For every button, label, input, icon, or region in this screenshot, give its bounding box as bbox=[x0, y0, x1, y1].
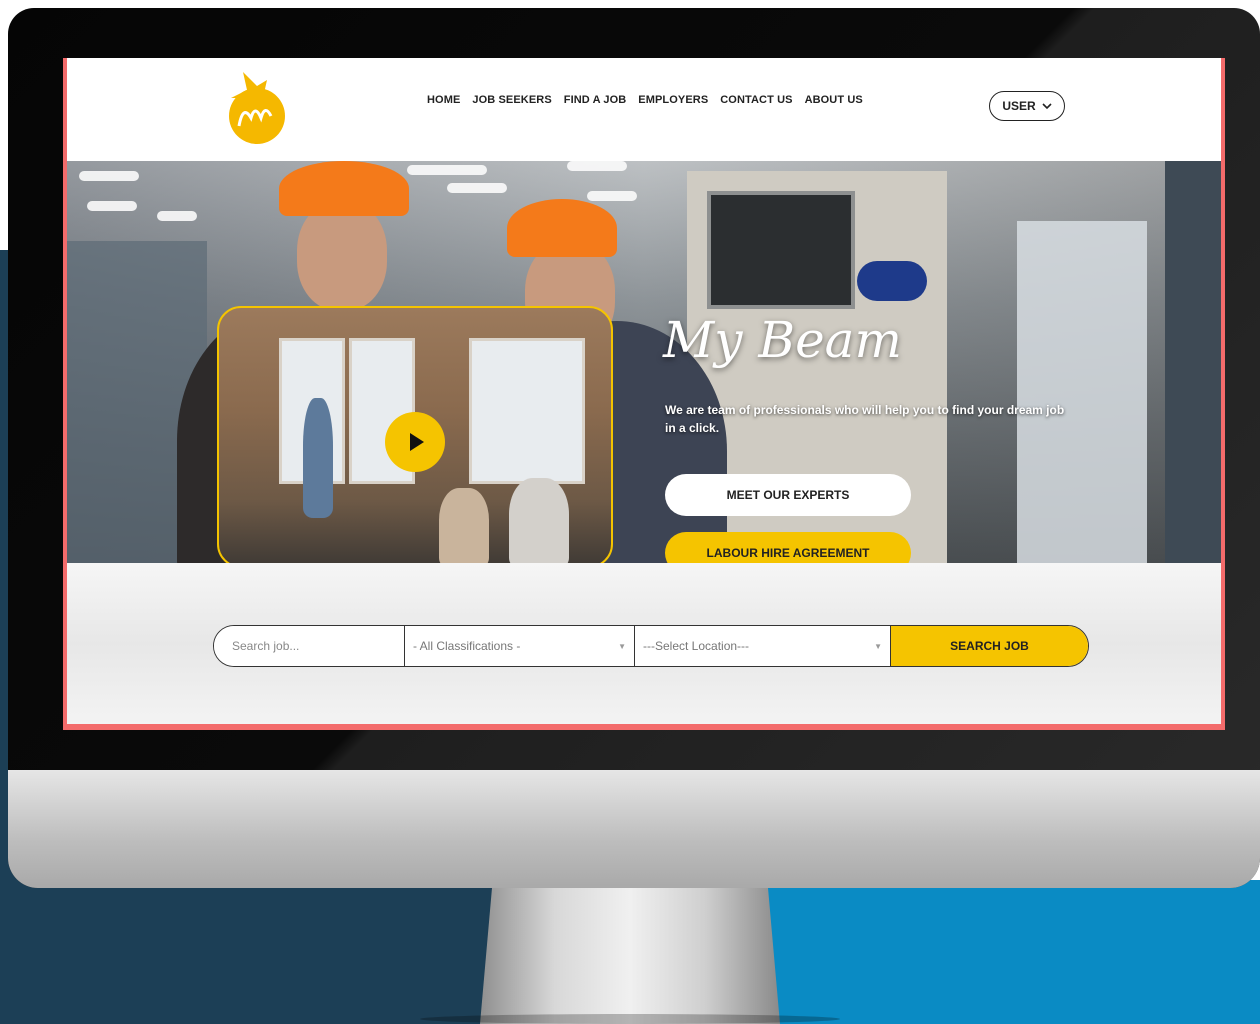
nav-about-us[interactable]: ABOUT US bbox=[805, 94, 863, 106]
nav-employers[interactable]: EMPLOYERS bbox=[638, 94, 708, 106]
classification-select[interactable]: - All Classifications - ▼ bbox=[405, 626, 635, 666]
ceiling-light bbox=[87, 201, 137, 211]
audience-member bbox=[509, 478, 569, 563]
user-menu-label: USER bbox=[1002, 99, 1036, 113]
ceiling-light bbox=[79, 171, 139, 181]
play-icon bbox=[410, 433, 424, 451]
mybeam-logo-icon[interactable] bbox=[217, 68, 289, 146]
nav-job-seekers[interactable]: JOB SEEKERS bbox=[472, 94, 551, 106]
play-button[interactable] bbox=[385, 412, 445, 472]
stand-shadow bbox=[420, 1014, 840, 1024]
location-value: ---Select Location--- bbox=[643, 639, 750, 653]
hard-hat bbox=[507, 199, 617, 257]
brand-title: My Beam bbox=[663, 311, 902, 369]
ceiling-light bbox=[587, 191, 637, 201]
monitor-stand bbox=[480, 888, 780, 1024]
monitor-chin bbox=[8, 770, 1260, 888]
search-job-input[interactable] bbox=[214, 626, 405, 666]
presenter bbox=[303, 398, 333, 518]
meet-our-experts-button[interactable]: MEET OUR EXPERTS bbox=[665, 474, 911, 516]
main-nav: HOME JOB SEEKERS FIND A JOB EMPLOYERS CO… bbox=[427, 94, 863, 106]
job-search-bar: - All Classifications - ▼ ---Select Loca… bbox=[213, 625, 1089, 667]
labour-hire-agreement-button[interactable]: LABOUR HIRE AGREEMENT bbox=[665, 532, 911, 563]
hero-section: My Beam We are team of professionals who… bbox=[67, 161, 1221, 563]
machine-dark bbox=[1165, 161, 1221, 563]
machine-signs bbox=[857, 261, 927, 301]
location-select[interactable]: ---Select Location--- ▼ bbox=[635, 626, 891, 666]
user-menu-button[interactable]: USER bbox=[989, 91, 1065, 121]
hard-hat bbox=[279, 161, 409, 216]
audience-member bbox=[439, 488, 489, 563]
machine-cage bbox=[1017, 221, 1147, 563]
caret-down-icon: ▼ bbox=[874, 641, 882, 651]
caret-down-icon: ▼ bbox=[618, 641, 626, 651]
imac-monitor: HOME JOB SEEKERS FIND A JOB EMPLOYERS CO… bbox=[8, 8, 1260, 888]
classification-value: - All Classifications - bbox=[413, 639, 521, 653]
ceiling-light bbox=[447, 183, 507, 193]
ceiling-light bbox=[407, 165, 487, 175]
video-card[interactable] bbox=[217, 306, 613, 563]
chevron-down-icon bbox=[1042, 102, 1052, 109]
job-search-section: - All Classifications - ▼ ---Select Loca… bbox=[67, 563, 1221, 724]
worker-face bbox=[297, 201, 387, 311]
search-job-button[interactable]: SEARCH JOB bbox=[891, 626, 1088, 666]
nav-home[interactable]: HOME bbox=[427, 94, 460, 106]
site-header: HOME JOB SEEKERS FIND A JOB EMPLOYERS CO… bbox=[67, 58, 1221, 161]
backdrop-blue-panel bbox=[760, 880, 1260, 1024]
website-screen: HOME JOB SEEKERS FIND A JOB EMPLOYERS CO… bbox=[63, 58, 1225, 730]
ceiling-light bbox=[157, 211, 197, 221]
hero-tagline: We are team of professionals who will he… bbox=[665, 403, 1065, 435]
office-window bbox=[469, 338, 585, 484]
nav-find-a-job[interactable]: FIND A JOB bbox=[564, 94, 627, 106]
ceiling-light bbox=[567, 161, 627, 171]
nav-contact-us[interactable]: CONTACT US bbox=[720, 94, 792, 106]
machine-screen bbox=[707, 191, 855, 309]
